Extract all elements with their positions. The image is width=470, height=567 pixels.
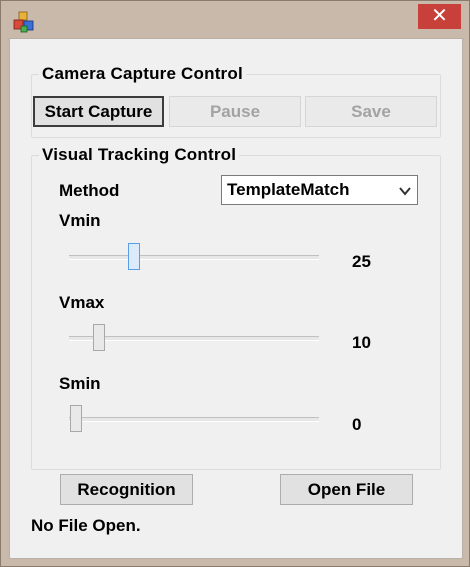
app-cubes-icon [13,11,34,33]
status-text: No File Open. [31,516,141,535]
vmax-value: 10 [352,333,371,352]
visual-tracking-group-title: Visual Tracking Control [39,145,240,165]
method-label: Method [59,181,120,200]
vmin-value: 25 [352,252,371,271]
smin-value: 0 [352,415,362,434]
vmax-slider-track[interactable] [69,336,319,341]
client-area: Camera Capture Control Start Capture Pau… [9,38,463,559]
vmin-label: Vmin [59,211,101,230]
vmin-slider-track[interactable] [69,255,319,260]
window-frame: ✕ Camera Capture Control Start Capture P… [0,0,470,567]
method-select[interactable]: TemplateMatch [221,175,418,205]
close-button[interactable]: ✕ [418,4,461,29]
method-select-value: TemplateMatch [227,180,350,199]
recognition-button[interactable]: Recognition [60,474,193,505]
vmin-slider-thumb[interactable] [128,243,140,270]
smin-slider-track[interactable] [69,417,319,422]
vmax-label: Vmax [59,293,105,312]
camera-capture-group-title: Camera Capture Control [39,64,246,84]
smin-label: Smin [59,374,101,393]
chevron-down-icon [399,187,411,196]
start-capture-button[interactable]: Start Capture [33,96,164,127]
open-file-button[interactable]: Open File [280,474,413,505]
vmax-slider-thumb[interactable] [93,324,105,351]
title-bar[interactable]: ✕ [1,1,469,37]
pause-button[interactable]: Pause [169,96,301,127]
smin-slider-thumb[interactable] [70,405,82,432]
save-button[interactable]: Save [305,96,437,127]
